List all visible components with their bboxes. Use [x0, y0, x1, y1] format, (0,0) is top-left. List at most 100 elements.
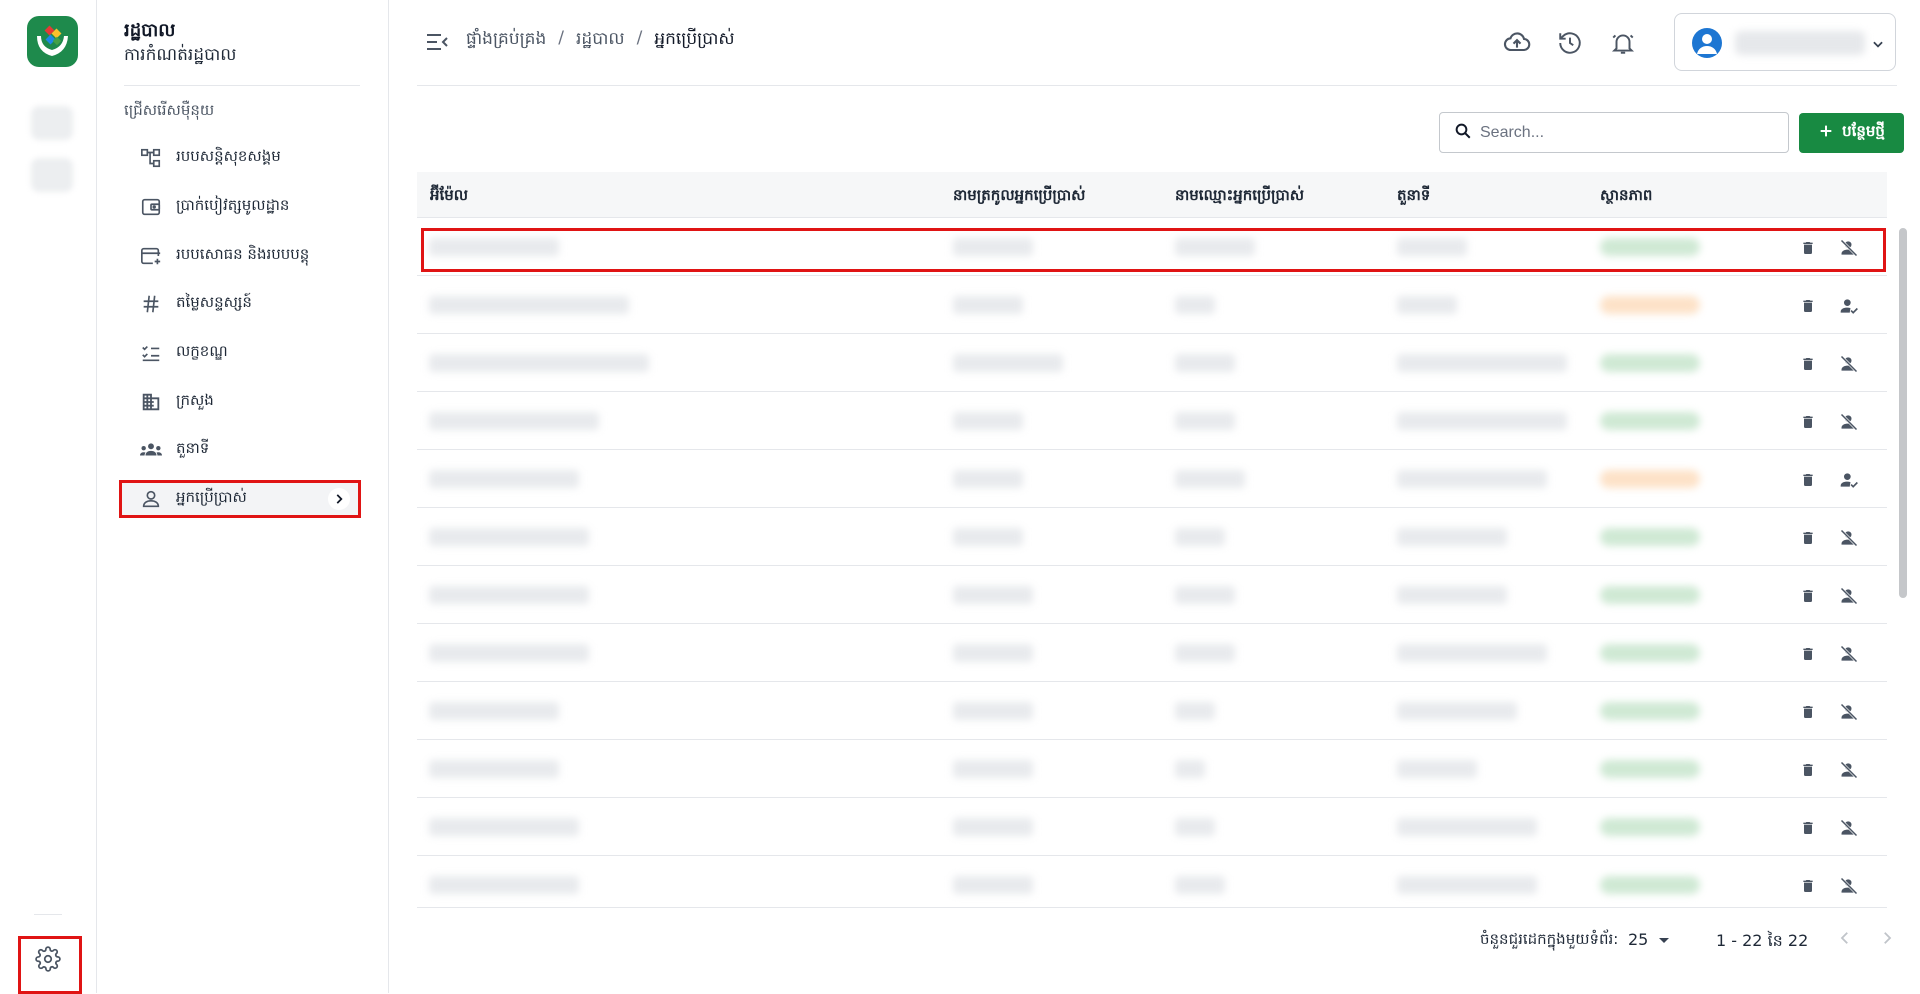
sidebar-item-index-value[interactable]: តម្លៃសន្ទស្សន៍	[120, 285, 360, 323]
group-icon	[138, 437, 164, 463]
add-new-button[interactable]: បន្ថែមថ្មី	[1799, 113, 1904, 153]
prev-page-icon[interactable]	[1836, 928, 1854, 952]
deactivate-user-icon[interactable]	[1838, 701, 1860, 723]
rows-per-page-select[interactable]: 25	[1628, 930, 1670, 949]
sidebar-item-label: លក្ខខណ្ឌ	[176, 342, 228, 360]
search-box[interactable]	[1439, 112, 1789, 153]
delete-icon[interactable]	[1797, 643, 1819, 665]
last-name-cell-blurred	[953, 702, 1033, 720]
table-row[interactable]	[417, 276, 1887, 334]
top-bar: ផ្ទាំងគ្រប់គ្រង / រដ្ឋបាល / អ្នកប្រើប្រា…	[417, 0, 1897, 86]
sidebar-title: រដ្ឋបាល	[124, 20, 176, 41]
table-row[interactable]	[417, 798, 1887, 856]
sidebar-item-label: តម្លៃសន្ទស្សន៍	[176, 293, 252, 311]
status-badge	[1600, 818, 1700, 836]
table-row[interactable]	[417, 392, 1887, 450]
delete-icon[interactable]	[1797, 759, 1819, 781]
search-input[interactable]	[1480, 123, 1760, 142]
email-cell-blurred	[429, 644, 589, 662]
role-cell-blurred	[1397, 644, 1547, 662]
first-name-cell-blurred	[1175, 470, 1245, 488]
deactivate-user-icon[interactable]	[1838, 353, 1860, 375]
role-cell-blurred	[1397, 528, 1507, 546]
bell-icon[interactable]	[1608, 28, 1638, 58]
sidebar-item-pension[interactable]: របបសោធន និងរបបបន្តុ	[120, 237, 360, 275]
column-last-name[interactable]: នាមត្រកូលអ្នកប្រើប្រាស់	[953, 186, 1085, 208]
rail-item-blurred[interactable]	[31, 158, 73, 192]
delete-icon[interactable]	[1797, 527, 1819, 549]
table-row[interactable]	[417, 334, 1887, 392]
activate-user-icon[interactable]	[1838, 469, 1860, 491]
table-scrollbar[interactable]	[1899, 228, 1907, 598]
deactivate-user-icon[interactable]	[1838, 411, 1860, 433]
last-name-cell-blurred	[953, 644, 1033, 662]
table-row[interactable]	[417, 856, 1887, 905]
email-cell-blurred	[429, 470, 579, 488]
table-row[interactable]	[417, 624, 1887, 682]
role-cell-blurred	[1397, 296, 1457, 314]
table-row[interactable]	[417, 566, 1887, 624]
status-badge	[1600, 354, 1700, 372]
plus-icon	[1818, 123, 1834, 143]
delete-icon[interactable]	[1797, 875, 1819, 897]
sidebar-item-social-security[interactable]: របបសន្តិសុខសង្គម	[120, 139, 360, 177]
sidebar-item-roles[interactable]: តួនាទី	[120, 431, 360, 469]
deactivate-user-icon[interactable]	[1838, 817, 1860, 839]
table-row[interactable]	[417, 508, 1887, 566]
first-name-cell-blurred	[1175, 354, 1235, 372]
delete-icon[interactable]	[1797, 469, 1819, 491]
table-row[interactable]	[417, 740, 1887, 798]
deactivate-user-icon[interactable]	[1838, 875, 1860, 897]
email-cell-blurred	[429, 818, 579, 836]
delete-icon[interactable]	[1797, 411, 1819, 433]
column-role[interactable]: តួនាទី	[1397, 186, 1430, 208]
history-icon[interactable]	[1555, 28, 1585, 58]
deactivate-user-icon[interactable]	[1838, 527, 1860, 549]
menu-collapse-icon[interactable]	[425, 31, 449, 57]
activate-user-icon[interactable]	[1838, 295, 1860, 317]
role-cell-blurred	[1397, 760, 1477, 778]
delete-icon[interactable]	[1797, 701, 1819, 723]
last-name-cell-blurred	[953, 760, 1033, 778]
breadcrumb-separator: /	[636, 28, 643, 48]
delete-icon[interactable]	[1797, 817, 1819, 839]
deactivate-user-icon[interactable]	[1838, 643, 1860, 665]
deactivate-user-icon[interactable]	[1838, 759, 1860, 781]
add-new-label: បន្ថែមថ្មី	[1842, 122, 1885, 140]
email-cell-blurred	[429, 586, 589, 604]
column-first-name[interactable]: នាមឈ្មោះអ្នកប្រើប្រាស់	[1175, 186, 1304, 208]
email-cell-blurred	[429, 354, 649, 372]
last-name-cell-blurred	[953, 528, 1023, 546]
email-cell-blurred	[429, 702, 559, 720]
first-name-cell-blurred	[1175, 412, 1235, 430]
column-email[interactable]: អ៊ីម៉ែល	[430, 186, 468, 208]
status-badge	[1600, 412, 1700, 430]
table-row[interactable]	[417, 682, 1887, 740]
rail-item-blurred[interactable]	[31, 106, 73, 140]
breadcrumb-dashboard[interactable]: ផ្ទាំងគ្រប់គ្រង	[466, 28, 546, 53]
wallet-icon	[138, 194, 164, 220]
sidebar-divider	[124, 85, 360, 86]
deactivate-user-icon[interactable]	[1838, 585, 1860, 607]
sidebar-item-conditions[interactable]: លក្ខខណ្ឌ	[120, 334, 360, 372]
role-cell-blurred	[1397, 702, 1517, 720]
sidebar-item-ministry[interactable]: ក្រសួង	[120, 383, 360, 421]
table-row[interactable]	[417, 450, 1887, 508]
delete-icon[interactable]	[1797, 353, 1819, 375]
delete-icon[interactable]	[1797, 295, 1819, 317]
first-name-cell-blurred	[1175, 644, 1235, 662]
sidebar-item-label: ប្រាក់បៀវត្សមូលដ្ឋាន	[176, 196, 290, 214]
delete-icon[interactable]	[1797, 585, 1819, 607]
sidebar-item-label: របបសោធន និងរបបបន្តុ	[176, 245, 310, 263]
next-page-icon[interactable]	[1878, 928, 1896, 952]
first-name-cell-blurred	[1175, 586, 1235, 604]
cloud-upload-icon[interactable]	[1502, 28, 1532, 58]
breadcrumb-admin[interactable]: រដ្ឋបាល	[576, 28, 625, 53]
role-cell-blurred	[1397, 354, 1567, 372]
app-logo[interactable]	[27, 16, 78, 67]
user-menu[interactable]	[1674, 13, 1896, 71]
sidebar-item-base-salary[interactable]: ប្រាក់បៀវត្សមូលដ្ឋាន	[120, 188, 360, 226]
role-cell-blurred	[1397, 586, 1507, 604]
breadcrumb: ផ្ទាំងគ្រប់គ្រង / រដ្ឋបាល / អ្នកប្រើប្រា…	[466, 28, 735, 53]
column-status[interactable]: ស្ថានភាព	[1600, 186, 1652, 208]
